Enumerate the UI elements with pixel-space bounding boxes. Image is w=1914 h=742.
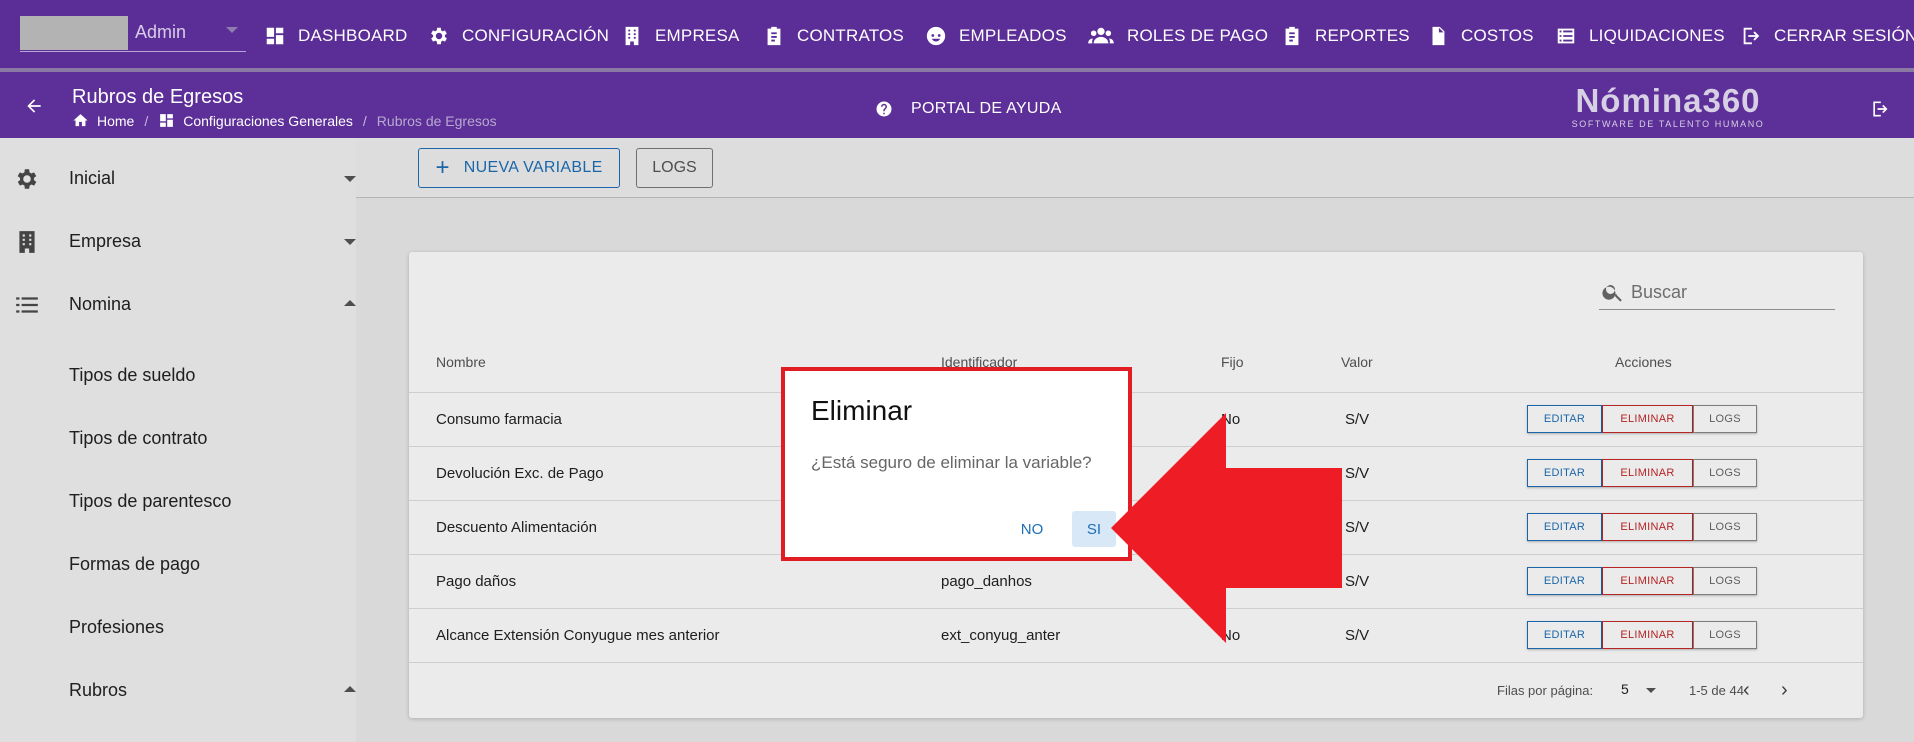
blurred-username xyxy=(20,16,128,50)
page-header: Rubros de Egresos Home / Configuraciones… xyxy=(0,72,1914,138)
breadcrumb: Home / Configuraciones Generales / Rubro… xyxy=(72,112,497,129)
logout-icon[interactable] xyxy=(1870,99,1890,119)
breadcrumb-separator: / xyxy=(362,112,367,129)
page-title: Rubros de Egresos xyxy=(72,86,244,108)
nav-costos[interactable]: COSTOS xyxy=(1427,23,1534,49)
nav-reportes-label: REPORTES xyxy=(1315,26,1410,45)
list-icon xyxy=(1557,28,1575,44)
dialog-message: ¿Está seguro de eliminar la variable? xyxy=(811,453,1092,472)
clipboard-icon xyxy=(767,26,781,46)
nav-configuracion-label: CONFIGURACIÓN xyxy=(462,26,610,45)
arrow-left-icon xyxy=(1111,413,1342,643)
help-portal-label: PORTAL DE AYUDA xyxy=(911,100,1062,117)
help-icon xyxy=(876,101,892,117)
breadcrumb-configuraciones-label: Configuraciones Generales xyxy=(183,112,353,129)
nav-cerrar-sesion-label: CERRAR SESIÓN xyxy=(1774,26,1914,45)
nav-dashboard[interactable]: DASHBOARD xyxy=(264,23,408,49)
nav-cerrar-sesion[interactable]: CERRAR SESIÓN xyxy=(1740,23,1914,49)
dollar-file-icon xyxy=(1432,26,1445,46)
nav-empresa[interactable]: EMPRESA xyxy=(621,23,740,49)
chevron-down-icon xyxy=(226,27,238,33)
nav-liquidaciones-label: LIQUIDACIONES xyxy=(1589,26,1725,45)
nav-roles-de-pago-label: ROLES DE PAGO xyxy=(1127,26,1269,45)
top-navigation: Admin DASHBOARD CONFIGURACIÓN EMPRESA CO… xyxy=(0,0,1914,72)
brand-logo-name: Nómina360 xyxy=(1575,82,1761,119)
logout-icon xyxy=(1743,27,1760,45)
nav-reportes[interactable]: REPORTES xyxy=(1281,23,1410,49)
help-portal-link[interactable]: PORTAL DE AYUDA xyxy=(875,100,1062,118)
dashboard-icon xyxy=(160,114,174,127)
nav-empleados-label: EMPLEADOS xyxy=(959,26,1067,45)
home-icon xyxy=(73,114,88,127)
brand-logo-tagline: SOFTWARE DE TALENTO HUMANO xyxy=(1571,119,1765,129)
nav-contratos-label: CONTRATOS xyxy=(797,26,904,45)
nav-configuracion[interactable]: CONFIGURACIÓN xyxy=(428,23,609,49)
breadcrumb-home-label: Home xyxy=(97,112,135,129)
delete-confirm-dialog: Eliminar ¿Está seguro de eliminar la var… xyxy=(781,367,1132,561)
nav-empresa-label: EMPRESA xyxy=(655,26,740,45)
brand-logo: Nómina360 SOFTWARE DE TALENTO HUMANO xyxy=(1568,84,1768,130)
dialog-no-button[interactable]: NO xyxy=(1011,511,1053,547)
clipboard-icon xyxy=(1285,26,1299,46)
breadcrumb-separator: / xyxy=(144,112,149,129)
breadcrumb-configuraciones[interactable]: Configuraciones Generales xyxy=(158,112,353,129)
face-icon xyxy=(926,26,946,46)
annotation-arrow xyxy=(1111,413,1342,643)
nav-dashboard-label: DASHBOARD xyxy=(298,26,408,45)
breadcrumb-home[interactable]: Home xyxy=(72,112,134,129)
nav-costos-label: COSTOS xyxy=(1461,26,1534,45)
arrow-left-icon[interactable] xyxy=(24,96,44,116)
user-role: Admin xyxy=(135,22,187,42)
nav-empleados[interactable]: EMPLEADOS xyxy=(925,23,1067,49)
dialog-title: Eliminar xyxy=(811,395,913,426)
nav-roles-de-pago[interactable]: ROLES DE PAGO xyxy=(1087,23,1268,49)
gear-icon xyxy=(431,27,447,45)
nav-contratos[interactable]: CONTRATOS xyxy=(763,23,904,49)
breadcrumb-current: Rubros de Egresos xyxy=(376,112,497,129)
building-icon xyxy=(625,26,639,46)
user-select[interactable]: Admin xyxy=(20,16,246,52)
users-icon xyxy=(1088,27,1114,44)
nav-liquidaciones[interactable]: LIQUIDACIONES xyxy=(1555,23,1725,49)
dashboard-icon xyxy=(266,27,284,45)
